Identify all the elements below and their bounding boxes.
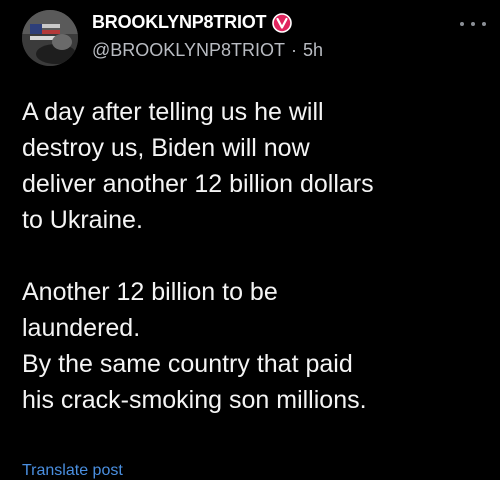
post-line: By the same country that paid bbox=[22, 350, 353, 378]
user-handle[interactable]: @BROOKLYNP8TRIOT bbox=[92, 40, 285, 61]
post-line: Another 12 billion to be bbox=[22, 278, 278, 306]
avatar[interactable] bbox=[22, 10, 78, 66]
post-line: deliver another 12 billion dollars bbox=[22, 170, 374, 198]
more-options-icon bbox=[460, 22, 464, 26]
display-name[interactable]: BROOKLYNP8TRIOT bbox=[92, 12, 267, 33]
handle-row: @BROOKLYNP8TRIOT · 5h bbox=[92, 40, 323, 61]
more-options-icon-dot bbox=[471, 22, 475, 26]
post-line: laundered. bbox=[22, 314, 141, 342]
post-text: A day after telling us he will destroy u… bbox=[22, 94, 482, 418]
more-options-icon-dot bbox=[482, 22, 486, 26]
post-line: A day after telling us he will bbox=[22, 98, 324, 126]
post-line: destroy us, Biden will now bbox=[22, 134, 310, 162]
avatar-image bbox=[22, 10, 78, 66]
separator-dot: · bbox=[290, 40, 297, 60]
post-timestamp[interactable]: 5h bbox=[303, 40, 323, 61]
verified-badge-icon bbox=[272, 12, 293, 33]
post-line: to Ukraine. bbox=[22, 206, 143, 234]
translate-post-link[interactable]: Translate post bbox=[22, 462, 123, 480]
post-card: BROOKLYNP8TRIOT @BROOKLYNP8TRIOT · 5h A … bbox=[0, 0, 500, 479]
display-name-row: BROOKLYNP8TRIOT bbox=[92, 12, 293, 33]
post-line: his crack-smoking son millions. bbox=[22, 386, 367, 414]
more-options-button[interactable] bbox=[460, 14, 486, 34]
